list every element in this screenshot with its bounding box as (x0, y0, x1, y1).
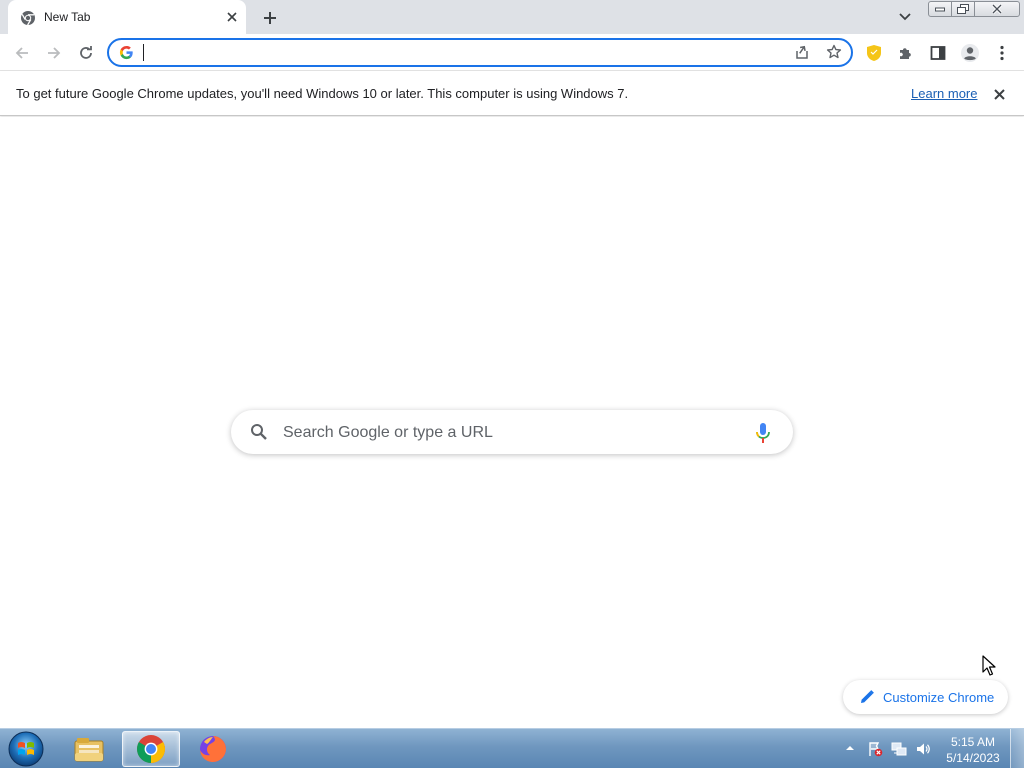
side-panel-icon (930, 46, 946, 60)
windows-taskbar: 5:15 AM 5/14/2023 (0, 728, 1024, 768)
infobar-close-button[interactable] (990, 85, 1008, 103)
plus-icon (264, 12, 276, 24)
minimize-icon (935, 7, 945, 12)
menu-button[interactable] (989, 40, 1015, 66)
star-icon (826, 44, 842, 59)
browser-toolbar (0, 34, 1024, 71)
tab-search-button[interactable] (895, 7, 915, 27)
folder-icon (74, 738, 104, 762)
firefox-icon (200, 736, 226, 762)
reload-button[interactable] (73, 40, 99, 66)
extension-shield-button[interactable] (861, 40, 887, 66)
more-vert-icon (1000, 45, 1004, 61)
google-g-icon (119, 45, 133, 60)
shield-extension-icon (867, 45, 881, 61)
clock-time: 5:15 AM (950, 735, 996, 749)
search-placeholder: Search Google or type a URL (283, 424, 493, 441)
chevron-down-icon (899, 13, 911, 21)
close-icon (991, 4, 1003, 14)
ntp-search-box[interactable]: Search Google or type a URL (231, 410, 793, 454)
arrow-right-icon (48, 47, 61, 59)
chrome-icon (137, 735, 165, 763)
bookmark-star-button[interactable] (823, 41, 845, 63)
action-center-icon[interactable] (867, 741, 883, 757)
pencil-icon (861, 690, 874, 703)
taskbar-firefox-button[interactable] (184, 731, 242, 767)
back-button[interactable] (9, 40, 35, 66)
text-caret (143, 44, 144, 61)
tab-close-button[interactable] (223, 8, 241, 26)
tab-title: New Tab (44, 10, 91, 24)
minimize-button[interactable] (928, 1, 952, 17)
address-bar[interactable] (107, 38, 853, 67)
learn-more-link[interactable]: Learn more (911, 86, 977, 101)
restore-button[interactable] (951, 1, 975, 17)
close-icon (227, 12, 237, 22)
new-tab-page: Search Google or type a URL Customize Ch… (0, 117, 1024, 728)
mouse-cursor-icon (982, 655, 996, 676)
new-tab-button[interactable] (258, 6, 282, 30)
close-window-button[interactable] (974, 1, 1020, 17)
restore-icon (957, 3, 969, 14)
reload-icon (80, 46, 92, 59)
taskbar-chrome-button[interactable] (122, 731, 180, 767)
close-icon (993, 88, 1005, 100)
network-icon[interactable] (891, 741, 907, 757)
extensions-button[interactable] (893, 40, 919, 66)
clock-date: 5/14/2023 (946, 751, 1000, 765)
share-icon (796, 45, 808, 59)
search-icon (251, 424, 267, 440)
customize-chrome-button[interactable]: Customize Chrome (843, 680, 1008, 714)
volume-icon[interactable] (915, 741, 931, 757)
arrow-left-icon (15, 47, 28, 59)
show-hidden-icons-button[interactable] (845, 743, 855, 753)
taskbar-explorer-button[interactable] (60, 731, 118, 767)
start-orb-button[interactable] (6, 730, 46, 768)
address-input[interactable] (141, 43, 761, 62)
show-desktop-button[interactable] (1010, 729, 1024, 768)
update-infobar: To get future Google Chrome updates, you… (0, 71, 1024, 116)
taskbar-clock[interactable]: 5:15 AM 5/14/2023 (938, 734, 1008, 766)
share-button[interactable] (791, 41, 813, 63)
avatar-icon (961, 44, 979, 62)
tab-new-tab[interactable]: New Tab (8, 0, 246, 34)
customize-chrome-label: Customize Chrome (883, 690, 995, 705)
profile-button[interactable] (957, 40, 983, 66)
microphone-icon[interactable] (754, 422, 772, 444)
side-panel-button[interactable] (925, 40, 951, 66)
chrome-favicon-icon (21, 11, 35, 26)
chrome-window: New Tab To get future Google Chrome upda… (0, 0, 1024, 768)
forward-button[interactable] (41, 40, 67, 66)
puzzle-piece-icon (900, 48, 911, 59)
tab-strip: New Tab (0, 0, 1024, 34)
infobar-message: To get future Google Chrome updates, you… (16, 86, 629, 101)
